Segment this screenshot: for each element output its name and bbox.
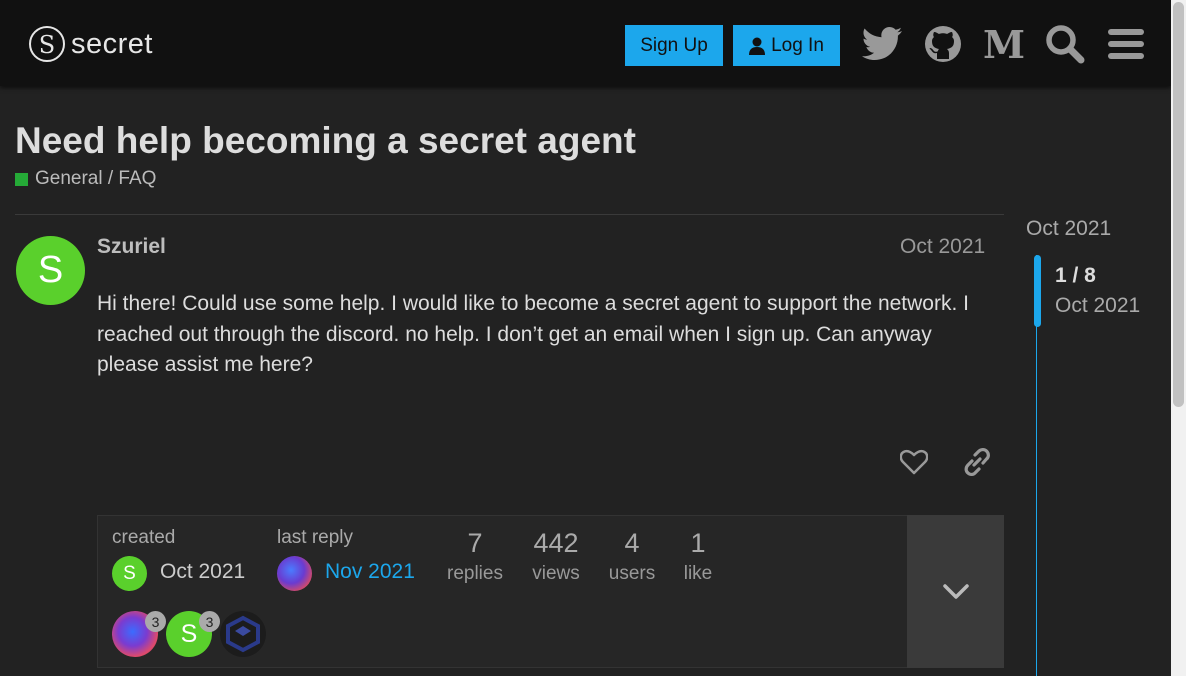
avatar[interactable]: S bbox=[16, 236, 85, 305]
expand-topic-map-button[interactable] bbox=[907, 515, 1004, 668]
timeline-scroller-handle[interactable] bbox=[1034, 255, 1041, 327]
post-body: Hi there! Could use some help. I would l… bbox=[97, 292, 969, 376]
category-label: General / FAQ bbox=[35, 168, 157, 189]
stat-number: 4 bbox=[624, 528, 640, 558]
topic-title[interactable]: Need help becoming a secret agent bbox=[15, 120, 636, 162]
sign-up-button[interactable]: Sign Up bbox=[625, 25, 723, 66]
search-icon[interactable] bbox=[1043, 22, 1087, 66]
post-username[interactable]: Szuriel bbox=[97, 235, 166, 259]
category-badge[interactable]: General / FAQ bbox=[15, 168, 156, 190]
post-date[interactable]: Oct 2021 bbox=[900, 235, 985, 259]
category-color-square bbox=[15, 172, 28, 186]
stat-label: users bbox=[608, 563, 656, 584]
cube-logo-icon bbox=[226, 615, 260, 653]
stat-label: like bbox=[683, 563, 713, 584]
logo-letter: S bbox=[38, 31, 56, 59]
created-date: Oct 2021 bbox=[160, 560, 246, 583]
created-avatar[interactable]: S bbox=[112, 556, 147, 591]
stat-number: 7 bbox=[467, 528, 483, 558]
site-header: S secret Sign Up Log In M bbox=[0, 0, 1171, 86]
stat-likes: 1 like bbox=[676, 528, 720, 585]
logo-mark: S bbox=[29, 26, 65, 62]
participant-post-count: 3 bbox=[199, 611, 220, 632]
divider bbox=[15, 214, 1004, 215]
stat-label: views bbox=[532, 563, 580, 584]
stat-users: 4 users bbox=[604, 528, 660, 585]
last-reply-label: last reply bbox=[277, 527, 354, 548]
participant-post-count: 3 bbox=[145, 611, 166, 632]
page-scrollbar[interactable] bbox=[1171, 0, 1186, 676]
github-icon[interactable] bbox=[921, 22, 965, 66]
medium-icon[interactable]: M bbox=[982, 22, 1026, 67]
created-label: created bbox=[112, 527, 176, 548]
logo-text: secret bbox=[71, 27, 153, 60]
scrollbar-thumb[interactable] bbox=[1173, 2, 1184, 407]
avatar-letter: S bbox=[37, 249, 64, 291]
log-in-label: Log In bbox=[771, 34, 824, 56]
share-link-button[interactable] bbox=[957, 442, 997, 482]
twitter-icon[interactable] bbox=[860, 22, 904, 66]
last-reply-date[interactable]: Nov 2021 bbox=[325, 560, 415, 584]
stat-replies: 7 replies bbox=[440, 528, 510, 585]
site-logo[interactable]: S secret bbox=[29, 24, 153, 64]
stat-number: 1 bbox=[690, 528, 706, 558]
chevron-down-icon bbox=[942, 583, 969, 599]
log-in-button[interactable]: Log In bbox=[733, 25, 840, 66]
timeline-current-date: Oct 2021 bbox=[1055, 294, 1141, 317]
participant-avatar[interactable] bbox=[220, 611, 266, 657]
stat-views: 442 views bbox=[524, 528, 588, 585]
hamburger-menu-icon[interactable] bbox=[1104, 22, 1148, 66]
user-icon bbox=[749, 37, 766, 55]
stat-label: replies bbox=[447, 563, 503, 584]
timeline-position: 1 / 8 bbox=[1055, 264, 1096, 287]
like-button[interactable] bbox=[894, 442, 934, 482]
last-reply-avatar[interactable] bbox=[277, 556, 312, 591]
created-avatar-letter: S bbox=[123, 562, 136, 584]
participant-avatar-letter: S bbox=[180, 619, 198, 648]
stat-number: 442 bbox=[533, 528, 579, 558]
timeline-start-date[interactable]: Oct 2021 bbox=[1026, 217, 1111, 241]
